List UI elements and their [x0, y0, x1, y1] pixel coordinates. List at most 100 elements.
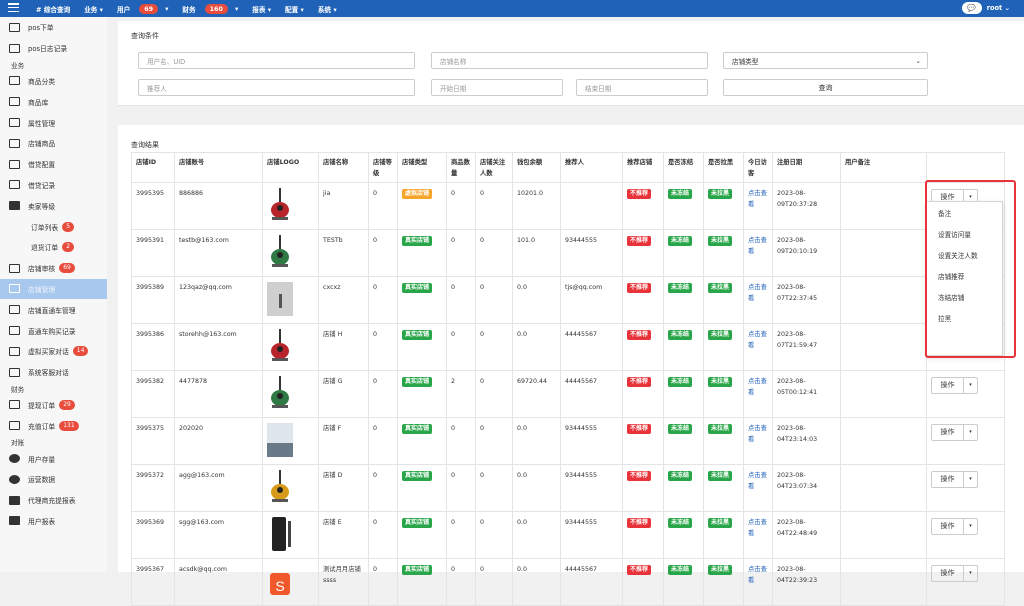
frozen-status-badge[interactable]: 未冻结	[668, 189, 693, 199]
black-status-badge[interactable]: 未拉黑	[708, 377, 733, 387]
end-date-input[interactable]: 结束日期	[576, 79, 708, 96]
view-visitors-link[interactable]: 点击查看	[748, 519, 767, 537]
frozen-status-badge[interactable]: 未冻结	[668, 283, 693, 293]
cell-fans: 0	[475, 276, 513, 324]
sidebar-item[interactable]: 用户存量	[0, 448, 107, 469]
sidebar-item[interactable]: 借贷配置	[0, 154, 107, 175]
top-nav-item[interactable]: 业务 ▾	[84, 4, 110, 14]
action-button[interactable]: 操作▾	[931, 518, 978, 535]
sidebar-item[interactable]: 退货订单 2	[0, 237, 107, 258]
sidebar-item[interactable]: 提现订单 29	[0, 395, 107, 416]
sidebar-item[interactable]: 属性管理	[0, 112, 107, 133]
sidebar-item[interactable]: pos下单	[0, 17, 107, 38]
shop-type-select[interactable]: 店铺类型 ⌄	[723, 52, 928, 69]
black-status-badge[interactable]: 未拉黑	[708, 330, 733, 340]
cell-id: 3995375	[131, 417, 175, 465]
sidebar-item[interactable]: 卖家等级	[0, 195, 107, 216]
hamburger-menu-icon[interactable]	[8, 3, 19, 14]
user-menu[interactable]: 💬 root ⌄	[961, 2, 1010, 14]
username[interactable]: root ⌄	[987, 4, 1010, 12]
shop-type-badge: 真实店铺	[402, 471, 433, 481]
sidebar-item[interactable]: 商品分类	[0, 71, 107, 92]
view-visitors-link[interactable]: 点击查看	[748, 190, 767, 208]
caret-down-icon[interactable]: ▾	[964, 425, 977, 440]
action-label[interactable]: 操作	[932, 378, 964, 393]
frozen-status-badge[interactable]: 未冻结	[668, 377, 693, 387]
black-status-badge[interactable]: 未拉黑	[708, 236, 733, 246]
sidebar-item[interactable]: 订单列表 5	[0, 216, 107, 237]
sidebar-item-label: 店铺管理	[28, 285, 56, 294]
start-date-input[interactable]: 开始日期	[431, 79, 563, 96]
sidebar-item[interactable]: 代理商充提报表	[0, 490, 107, 511]
action-button[interactable]: 操作▾	[931, 471, 978, 488]
sidebar-item[interactable]: 运营数据	[0, 469, 107, 490]
top-nav-item[interactable]: # 综合查询	[36, 4, 77, 14]
action-label[interactable]: 操作	[932, 519, 964, 534]
frozen-status-badge[interactable]: 未冻结	[668, 424, 693, 434]
view-visitors-link[interactable]: 点击查看	[748, 378, 767, 396]
sidebar-item[interactable]: 商品库	[0, 91, 107, 112]
cell-op: 操作▾	[926, 558, 1005, 606]
black-status-badge[interactable]: 未拉黑	[708, 518, 733, 528]
sidebar-item[interactable]: 充值订单 131	[0, 415, 107, 436]
user-search-input[interactable]: 用户名、UID	[138, 52, 415, 69]
column-header: 店铺类型	[397, 152, 447, 183]
top-nav-item[interactable]: 财务 160 ▾	[182, 3, 245, 14]
frozen-status-badge[interactable]: 未冻结	[668, 565, 693, 575]
shop-name-input[interactable]: 店铺名称	[431, 52, 708, 69]
top-nav-label: 财务	[182, 5, 196, 14]
caret-down-icon[interactable]: ▾	[964, 519, 977, 534]
view-visitors-link[interactable]: 点击查看	[748, 472, 767, 490]
rec-status-badge[interactable]: 不推荐	[627, 518, 652, 528]
sidebar-item[interactable]: pos日志记录	[0, 38, 107, 59]
rec-status-badge[interactable]: 不推荐	[627, 283, 652, 293]
action-label[interactable]: 操作	[932, 425, 964, 440]
frozen-status-badge[interactable]: 未冻结	[668, 236, 693, 246]
frozen-status-badge[interactable]: 未冻结	[668, 518, 693, 528]
sidebar-item[interactable]: 店铺直通车管理	[0, 299, 107, 320]
top-nav-item[interactable]: 系统 ▾	[318, 4, 344, 14]
caret-down-icon[interactable]: ▾	[964, 378, 977, 393]
chat-icon[interactable]: 💬	[961, 2, 982, 14]
sidebar-item[interactable]: 借贷记录	[0, 175, 107, 196]
top-nav-item[interactable]: 配置 ▾	[285, 4, 311, 14]
referrer-input[interactable]: 推荐人	[138, 79, 415, 96]
sidebar-item[interactable]: 店铺管理	[0, 278, 107, 300]
rec-status-badge[interactable]: 不推荐	[627, 330, 652, 340]
rec-status-badge[interactable]: 不推荐	[627, 236, 652, 246]
rec-status-badge[interactable]: 不推荐	[627, 424, 652, 434]
action-label[interactable]: 操作	[932, 472, 964, 487]
rec-status-badge[interactable]: 不推荐	[627, 471, 652, 481]
black-status-badge[interactable]: 未拉黑	[708, 189, 733, 199]
view-visitors-link[interactable]: 点击查看	[748, 566, 767, 584]
top-nav-item[interactable]: 报表 ▾	[252, 4, 278, 14]
rec-status-badge[interactable]: 不推荐	[627, 189, 652, 199]
action-button[interactable]: 操作▾	[931, 424, 978, 441]
top-nav-item[interactable]: 用户 69 ▾	[117, 3, 175, 14]
caret-down-icon[interactable]: ▾	[964, 566, 977, 581]
frozen-status-badge[interactable]: 未冻结	[668, 330, 693, 340]
rec-status-badge[interactable]: 不推荐	[627, 565, 652, 575]
sidebar-item[interactable]: 用户报表	[0, 511, 107, 532]
rec-status-badge[interactable]: 不推荐	[627, 377, 652, 387]
black-status-badge[interactable]: 未拉黑	[708, 283, 733, 293]
frozen-status-badge[interactable]: 未冻结	[668, 471, 693, 481]
action-label[interactable]: 操作	[932, 566, 964, 581]
view-visitors-link[interactable]: 点击查看	[748, 284, 767, 302]
view-visitors-link[interactable]: 点击查看	[748, 331, 767, 349]
action-button[interactable]: 操作▾	[931, 565, 978, 582]
sidebar-item[interactable]: 系统客服对话	[0, 362, 107, 383]
black-status-badge[interactable]: 未拉黑	[708, 424, 733, 434]
cell-id: 3995395	[131, 182, 175, 230]
action-button[interactable]: 操作▾	[931, 377, 978, 394]
black-status-badge[interactable]: 未拉黑	[708, 471, 733, 481]
caret-down-icon[interactable]: ▾	[964, 472, 977, 487]
view-visitors-link[interactable]: 点击查看	[748, 425, 767, 443]
sidebar-item[interactable]: 虚拟买家对话 14	[0, 341, 107, 362]
view-visitors-link[interactable]: 点击查看	[748, 237, 767, 255]
sidebar-item[interactable]: 店铺商品	[0, 133, 107, 154]
sidebar-item[interactable]: 店铺审核 69	[0, 258, 107, 279]
search-button[interactable]: 查询	[723, 79, 928, 96]
black-status-badge[interactable]: 未拉黑	[708, 565, 733, 575]
sidebar-item[interactable]: 直通车购买记录	[0, 320, 107, 341]
